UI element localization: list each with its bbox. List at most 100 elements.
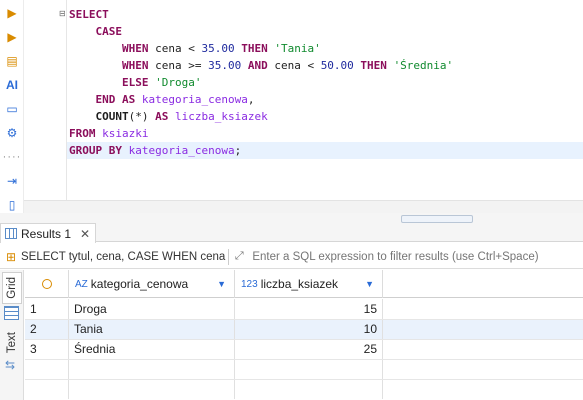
sql-icon: ⊞ [5, 249, 17, 264]
grid-icon [5, 228, 17, 239]
table-row[interactable]: 1 Droga 15 [25, 299, 583, 319]
ai-assistant-icon[interactable]: AI [3, 76, 21, 94]
code-line[interactable]: WHEN cena < 35.00 THEN 'Tania' [69, 40, 321, 57]
query-text: SELECT tytul, cena, CASE WHEN cena [21, 250, 226, 263]
code-token: WHEN [69, 59, 156, 72]
settings-icon[interactable]: ⚙ [3, 124, 21, 142]
cell-kategoria[interactable]: Średnia [69, 339, 235, 359]
code-line[interactable]: FROM ksiazki [69, 125, 148, 142]
record-view-icon[interactable]: ⇆ [5, 358, 15, 372]
editor-scrollbar[interactable] [24, 200, 583, 213]
code-token: GROUP BY [69, 144, 129, 157]
row-divider [25, 359, 583, 360]
cell-liczba[interactable]: 15 [235, 299, 383, 319]
empty-cell [69, 359, 235, 379]
format-icon[interactable]: ▯ [3, 196, 21, 214]
code-token: 'Tania' [274, 42, 321, 55]
row-number-icon [41, 279, 52, 289]
tab-grid[interactable]: Grid [2, 272, 22, 304]
column-name: liczba_ksiazek [260, 277, 339, 291]
code-token: 50.00 [320, 59, 354, 72]
column-header-liczba[interactable]: 123 liczba_ksiazek ▼ [235, 270, 383, 298]
more-icon[interactable]: ···· [3, 148, 21, 166]
empty-cell [235, 359, 383, 379]
grid-header: AZ kategoria_cenowa ▼ 123 liczba_ksiazek… [25, 270, 583, 298]
tab-grid-label: Grid [6, 277, 18, 299]
code-token: 'Droga' [155, 76, 202, 89]
table-row[interactable]: 3 Średnia 25 [25, 339, 583, 359]
terminal-icon[interactable]: ▭ [3, 100, 21, 118]
code-token: ksiazki [102, 127, 149, 140]
code-token: 35.00 [208, 59, 242, 72]
editor-gutter [66, 0, 67, 200]
tab-text-label: Text [6, 332, 18, 354]
tab-text[interactable]: Text [2, 328, 22, 358]
code-token: THEN [234, 42, 275, 55]
cell-liczba[interactable]: 25 [235, 339, 383, 359]
select-all-cell[interactable] [25, 270, 69, 298]
cell-kategoria[interactable]: Tania [69, 319, 235, 339]
row-number[interactable]: 3 [25, 339, 69, 359]
row-number[interactable]: 2 [25, 319, 69, 339]
code-token: AS [155, 110, 175, 123]
explain-plan-icon[interactable]: ▤ [3, 52, 21, 70]
code-line[interactable]: SELECT [69, 6, 109, 23]
code-token: kategoria_cenowa [128, 144, 235, 157]
play-icon[interactable]: ▶ [3, 4, 21, 22]
play-script-icon[interactable]: ▶ [3, 28, 21, 46]
splitter-handle[interactable] [401, 215, 473, 223]
grid-view-icon[interactable] [4, 306, 19, 320]
code-token: kategoria_cenowa [141, 93, 248, 106]
code-token: COUNT [69, 110, 129, 123]
export-icon[interactable]: ⇥ [3, 172, 21, 190]
code-token: WHEN [69, 42, 156, 55]
results-grid: AZ kategoria_cenowa ▼ 123 liczba_ksiazek… [25, 270, 583, 400]
code-token: CASE [69, 25, 122, 38]
sort-icon[interactable]: ▼ [365, 279, 374, 289]
divider [228, 248, 230, 265]
code-token: cena >= [155, 59, 209, 72]
filter-input[interactable] [252, 250, 553, 263]
cell-kategoria[interactable]: Droga [69, 299, 235, 319]
code-token: THEN [353, 59, 394, 72]
code-line[interactable]: ELSE 'Droga' [69, 74, 201, 91]
column-name: kategoria_cenowa [90, 277, 189, 291]
code-line[interactable]: GROUP BY kategoria_cenowa; [67, 142, 583, 159]
sql-editor[interactable]: ⊟ SELECT CASE WHEN cena < 35.00 THEN 'Ta… [24, 0, 583, 213]
code-line[interactable]: CASE [69, 23, 122, 40]
code-line[interactable]: END AS kategoria_cenowa, [69, 91, 254, 108]
row-divider [25, 339, 583, 340]
code-token: AND [241, 59, 275, 72]
results-tab-bar: Results 1 ✕ [0, 223, 583, 243]
code-line[interactable]: COUNT(*) AS liczba_ksiazek [69, 108, 267, 125]
code-token: cena < [155, 42, 202, 55]
row-divider [25, 319, 583, 320]
empty-row [25, 359, 583, 379]
code-line[interactable]: WHEN cena >= 35.00 AND cena < 50.00 THEN… [69, 57, 453, 74]
column-header-kategoria[interactable]: AZ kategoria_cenowa ▼ [69, 270, 235, 298]
code-token: ; [234, 144, 242, 157]
expand-icon[interactable]: ⤢ [232, 250, 246, 263]
fold-icon[interactable]: ⊟ [59, 9, 66, 18]
code-token: ELSE [69, 76, 156, 89]
code-token: SELECT [69, 8, 109, 21]
cell-liczba[interactable]: 10 [235, 319, 383, 339]
sort-icon[interactable]: ▼ [217, 279, 226, 289]
text-type-icon: AZ [75, 278, 88, 290]
code-token: 35.00 [201, 42, 235, 55]
close-icon[interactable]: ✕ [80, 227, 90, 241]
code-token: FROM [69, 127, 103, 140]
empty-cell [25, 379, 69, 399]
empty-cell [69, 379, 235, 399]
results-side-panel: Grid Text ⇆ [0, 270, 24, 400]
number-type-icon: 123 [241, 278, 258, 290]
table-row[interactable]: 2 Tania 10 [25, 319, 583, 339]
row-number[interactable]: 1 [25, 299, 69, 319]
editor-toolbar: ▶ ▶ ▤ AI ▭ ⚙ ···· ⇥ ▯ [0, 0, 24, 213]
code-token: cena < [274, 59, 321, 72]
tab-results-1[interactable]: Results 1 ✕ [0, 223, 96, 243]
tab-label: Results 1 [21, 226, 72, 241]
filter-bar: ⊞ SELECT tytul, cena, CASE WHEN cena ⤢ [0, 245, 583, 269]
row-divider [25, 379, 583, 380]
panel-splitter[interactable] [0, 213, 583, 223]
